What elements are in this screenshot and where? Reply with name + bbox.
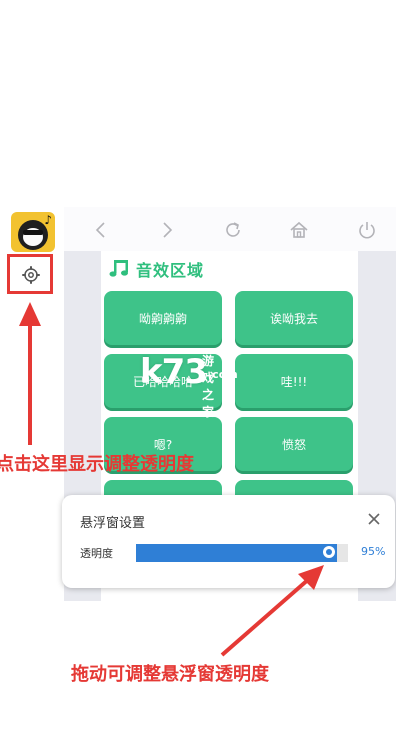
browser-toolbar	[64, 207, 396, 251]
music-note-icon: ♪	[44, 213, 52, 227]
opacity-slider-handle[interactable]	[323, 546, 335, 558]
slider-hint-annotation: 拖动可调整悬浮窗透明度	[71, 664, 269, 685]
settings-button[interactable]	[7, 254, 53, 294]
music-note-icon	[109, 260, 128, 277]
annotation-arrow-diagonal	[220, 565, 324, 657]
home-icon[interactable]	[288, 219, 310, 241]
back-icon[interactable]	[90, 219, 112, 241]
power-icon[interactable]	[356, 219, 378, 241]
dialog-title: 悬浮窗设置	[80, 516, 146, 531]
sunglasses	[23, 230, 43, 235]
watermark-domain: .com	[208, 368, 238, 381]
sound-button[interactable]: 愤怒	[235, 417, 353, 471]
sound-button[interactable]: 诶呦我去	[235, 291, 353, 345]
app-icon[interactable]: ♪	[11, 212, 55, 252]
watermark-logo: k73	[140, 352, 208, 392]
sound-button[interactable]: 呦齁齁齁	[104, 291, 222, 345]
close-icon[interactable]	[366, 511, 382, 527]
gear-icon	[22, 266, 40, 284]
annotation-arrow-up	[19, 302, 41, 445]
gear-hint-annotation: 点击这里显示调整透明度	[0, 454, 194, 475]
sound-button[interactable]: 哇!!!	[235, 354, 353, 408]
watermark: k73 游戏之家 .com	[140, 352, 238, 419]
section-title: 音效区域	[136, 261, 205, 280]
opacity-value: 95%	[361, 545, 386, 558]
forward-icon[interactable]	[156, 219, 178, 241]
opacity-label: 透明度	[80, 547, 113, 560]
watermark-site: 游戏之家	[202, 354, 215, 419]
refresh-icon[interactable]	[222, 219, 244, 241]
